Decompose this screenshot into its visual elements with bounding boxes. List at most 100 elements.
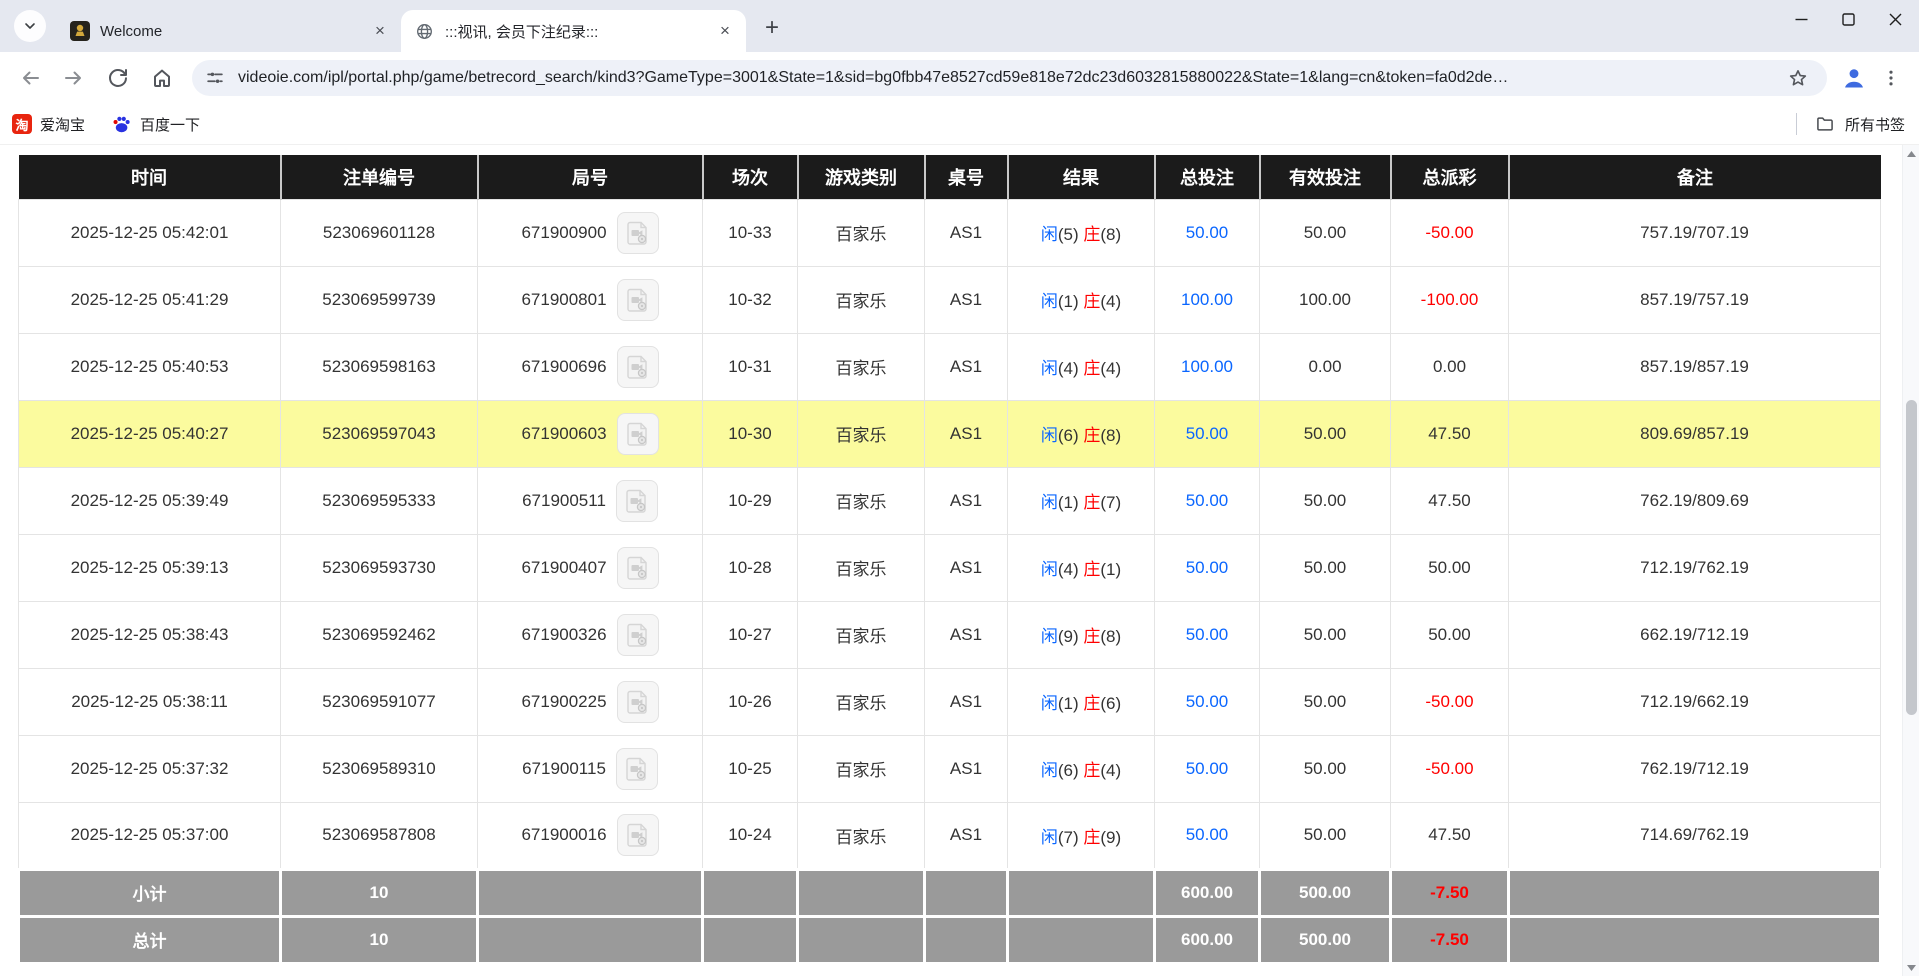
footer-cell: 小计 [19,869,281,916]
cell-remark: 857.19/757.19 [1509,266,1881,333]
cell-table-no: AS1 [925,735,1008,802]
cell-game-type: 百家乐 [798,199,925,266]
column-header: 结果 [1008,155,1155,199]
footer-cell [1509,916,1881,963]
result-player-label: 闲 [1041,359,1058,378]
bookmark-label: 百度一下 [140,114,200,135]
video-replay-button[interactable] [617,346,659,388]
cell-game-type: 百家乐 [798,400,925,467]
bet-record-row[interactable]: 2025-12-25 05:41:29523069599739671900801… [19,266,1881,333]
cell-result: 闲(1) 庄(4) [1008,266,1155,333]
bet-record-row[interactable]: 2025-12-25 05:37:32523069589310671900115… [19,735,1881,802]
cell-time: 2025-12-25 05:37:00 [19,802,281,869]
home-button[interactable] [140,56,184,100]
column-header: 游戏类别 [798,155,925,199]
close-button[interactable] [1872,0,1919,38]
bet-record-row[interactable]: 2025-12-25 05:37:00523069587808671900016… [19,802,1881,869]
cell-bet-id: 523069592462 [281,601,478,668]
cell-round-id: 671900115 [478,735,703,802]
tab-search-button[interactable] [14,10,46,42]
profile-avatar[interactable] [1835,59,1873,97]
tab-bet-record[interactable]: :::视讯, 会员下注纪录::: × [401,10,746,52]
result-banker-label: 庄 [1083,292,1100,311]
video-replay-button[interactable] [617,413,659,455]
cell-payout: -100.00 [1391,266,1509,333]
cell-bet-id: 523069597043 [281,400,478,467]
scroll-up-icon[interactable] [1903,145,1919,162]
cell-session: 10-33 [703,199,798,266]
address-bar[interactable]: videoie.com/ipl/portal.php/game/betrecor… [192,60,1827,96]
video-replay-button[interactable] [617,547,659,589]
cell-total-bet: 50.00 [1155,467,1260,534]
cell-result: 闲(6) 庄(4) [1008,735,1155,802]
cell-valid-bet: 50.00 [1260,199,1391,266]
cell-game-type: 百家乐 [798,735,925,802]
cell-remark: 712.19/662.19 [1509,668,1881,735]
video-replay-button[interactable] [616,748,658,790]
bet-record-row[interactable]: 2025-12-25 05:38:43523069592462671900326… [19,601,1881,668]
bookmark-aitaobao[interactable]: 淘 爱淘宝 [12,114,85,135]
bet-record-row[interactable]: 2025-12-25 05:38:11523069591077671900225… [19,668,1881,735]
url-text[interactable]: videoie.com/ipl/portal.php/game/betrecor… [238,69,1781,87]
footer-cell [1509,869,1881,916]
cell-table-no: AS1 [925,668,1008,735]
video-replay-button[interactable] [617,814,659,856]
new-tab-button[interactable]: + [754,10,790,46]
taobao-icon: 淘 [12,114,32,134]
footer-cell [798,916,925,963]
video-replay-button[interactable] [617,279,659,321]
cell-payout: -50.00 [1391,668,1509,735]
cell-session: 10-24 [703,802,798,869]
scrollbar-thumb[interactable] [1906,400,1917,715]
cell-round-id: 671900603 [478,400,703,467]
video-replay-button[interactable] [617,614,659,656]
cell-valid-bet: 50.00 [1260,467,1391,534]
result-banker-label: 庄 [1083,694,1100,713]
cell-remark: 712.19/762.19 [1509,534,1881,601]
result-banker-label: 庄 [1083,761,1100,780]
cell-total-bet: 50.00 [1155,735,1260,802]
cell-bet-id: 523069598163 [281,333,478,400]
footer-cell: 600.00 [1155,916,1260,963]
bet-record-row[interactable]: 2025-12-25 05:39:13523069593730671900407… [19,534,1881,601]
result-player-label: 闲 [1041,560,1058,579]
bet-record-row[interactable]: 2025-12-25 05:40:27523069597043671900603… [19,400,1881,467]
video-replay-button[interactable] [617,212,659,254]
minimize-button[interactable] [1778,0,1825,38]
cell-valid-bet: 50.00 [1260,601,1391,668]
round-number: 671900326 [521,625,606,645]
bookmark-baidu[interactable]: 百度一下 [111,114,200,135]
video-replay-button[interactable] [616,480,658,522]
cell-game-type: 百家乐 [798,467,925,534]
round-number: 671900900 [521,223,606,243]
cell-session: 10-32 [703,266,798,333]
site-settings-icon[interactable] [204,67,232,89]
footer-cell: -7.50 [1391,916,1509,963]
browser-menu-icon[interactable] [1873,60,1909,96]
result-player-label: 闲 [1041,292,1058,311]
cell-bet-id: 523069587808 [281,802,478,869]
maximize-button[interactable] [1825,0,1872,38]
scrollbar[interactable] [1902,145,1919,976]
back-button[interactable] [8,56,52,100]
all-bookmarks-button[interactable]: 所有书签 [1796,113,1905,135]
reload-button[interactable] [96,56,140,100]
scroll-down-icon[interactable] [1903,959,1919,976]
cell-result: 闲(9) 庄(8) [1008,601,1155,668]
browser-toolbar: videoie.com/ipl/portal.php/game/betrecor… [0,52,1919,104]
bet-record-row[interactable]: 2025-12-25 05:40:53523069598163671900696… [19,333,1881,400]
cell-result: 闲(5) 庄(8) [1008,199,1155,266]
bookmark-star-icon[interactable] [1781,61,1815,95]
tab-close-icon[interactable]: × [714,20,736,42]
tab-welcome[interactable]: Welcome × [56,10,401,52]
cell-result: 闲(6) 庄(8) [1008,400,1155,467]
cell-table-no: AS1 [925,601,1008,668]
video-replay-button[interactable] [617,681,659,723]
bet-record-row[interactable]: 2025-12-25 05:39:49523069595333671900511… [19,467,1881,534]
forward-button[interactable] [52,56,96,100]
cell-bet-id: 523069593730 [281,534,478,601]
tab-close-icon[interactable]: × [369,20,391,42]
round-number: 671900511 [522,491,606,511]
bet-record-row[interactable]: 2025-12-25 05:42:01523069601128671900900… [19,199,1881,266]
cell-result: 闲(1) 庄(6) [1008,668,1155,735]
